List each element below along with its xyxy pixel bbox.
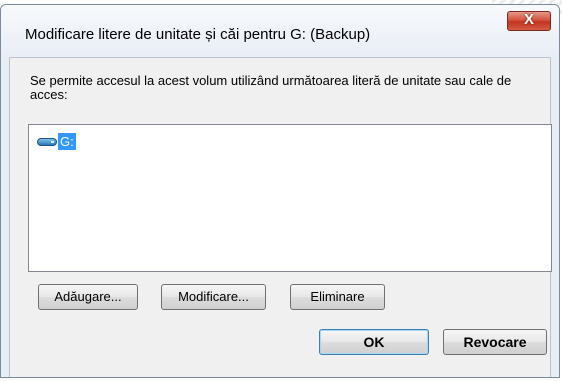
close-icon: X <box>523 11 534 28</box>
list-item[interactable]: G: <box>37 132 76 150</box>
drive-letter-dialog: Modificare litere de unitate și căi pent… <box>0 4 560 378</box>
cancel-button[interactable]: Revocare <box>443 329 547 355</box>
close-button[interactable]: X <box>507 11 551 31</box>
add-button[interactable]: Adăugare... <box>38 284 138 310</box>
modify-button[interactable]: Modificare... <box>161 284 266 310</box>
remove-button[interactable]: Eliminare <box>290 284 385 310</box>
title-bar[interactable]: Modificare litere de unitate și căi pent… <box>1 5 559 59</box>
drive-icon <box>37 135 57 147</box>
list-item-label: G: <box>58 132 76 150</box>
description-text: Se permite accesul la acest volum utiliz… <box>30 73 512 102</box>
dialog-content: Se permite accesul la acest volum utiliz… <box>9 57 552 377</box>
ok-button[interactable]: OK <box>319 329 429 355</box>
drive-path-list[interactable]: G: <box>28 124 552 272</box>
dialog-title: Modificare litere de unitate și căi pent… <box>25 26 371 43</box>
